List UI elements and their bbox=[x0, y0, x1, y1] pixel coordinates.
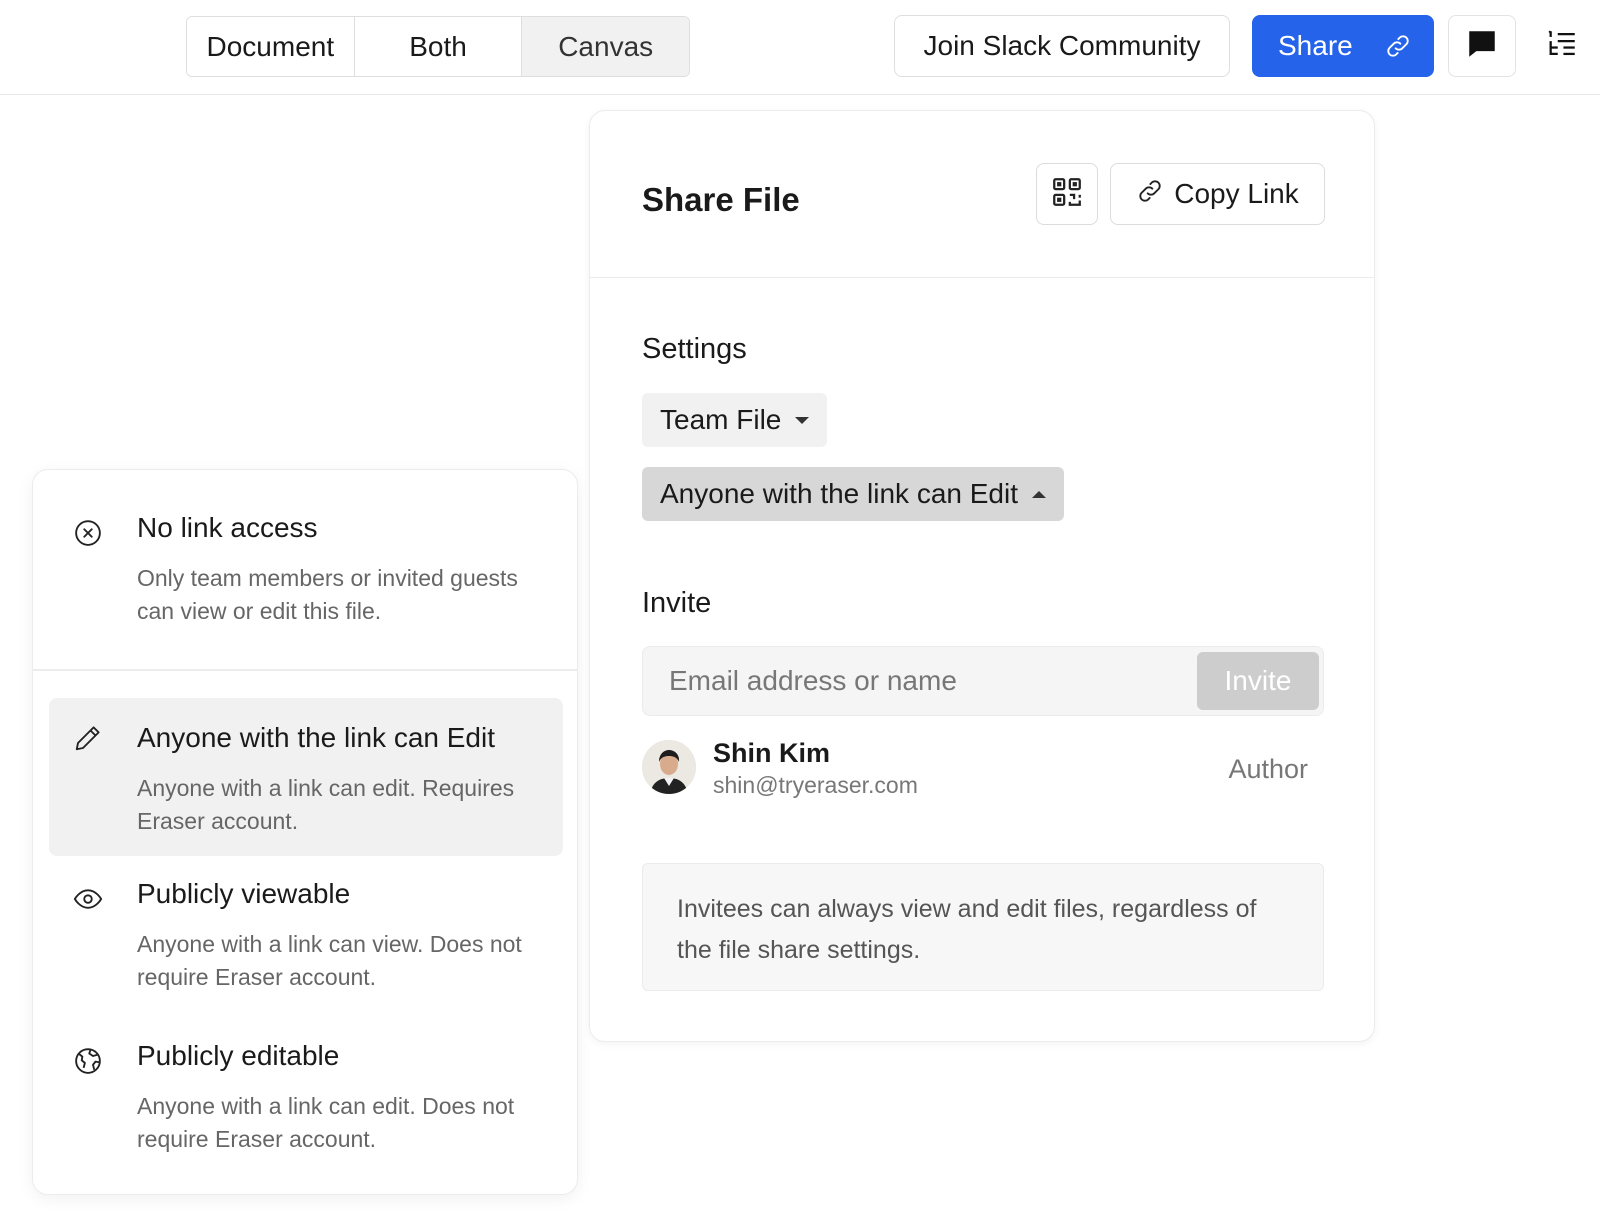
view-both-tab[interactable]: Both bbox=[354, 17, 523, 76]
pencil-icon bbox=[73, 723, 103, 758]
option-anyone-can-edit[interactable]: Anyone with the link can Edit Anyone wit… bbox=[49, 698, 563, 856]
option-description: Anyone with a link can edit. Requires Er… bbox=[137, 775, 515, 834]
member-name: Shin Kim bbox=[713, 738, 831, 768]
invite-info-note: Invitees can always view and edit files,… bbox=[642, 863, 1324, 991]
link-icon bbox=[1136, 177, 1164, 212]
copy-link-button[interactable]: Copy Link bbox=[1110, 163, 1325, 225]
share-panel-header: Share File Copy Link bbox=[590, 111, 1374, 278]
menu-divider bbox=[33, 669, 577, 671]
x-circle-icon bbox=[73, 518, 103, 553]
invite-form: Invite bbox=[642, 646, 1324, 716]
share-panel-title: Share File bbox=[642, 181, 800, 218]
avatar bbox=[642, 740, 696, 794]
option-title: Publicly editable bbox=[137, 1040, 340, 1071]
comments-button[interactable] bbox=[1448, 15, 1516, 77]
comment-icon bbox=[1465, 27, 1499, 66]
link-access-dropdown[interactable]: Anyone with the link can Edit bbox=[642, 467, 1064, 521]
qr-code-icon bbox=[1050, 175, 1084, 214]
invite-email-input[interactable] bbox=[643, 647, 1193, 715]
option-description: Only team members or invited guests can … bbox=[137, 565, 518, 624]
link-access-menu: No link access Only team members or invi… bbox=[32, 469, 578, 1195]
invite-button[interactable]: Invite bbox=[1197, 652, 1319, 710]
option-description: Anyone with a link can edit. Does not re… bbox=[137, 1093, 515, 1152]
option-no-link-access[interactable]: No link access Only team members or invi… bbox=[49, 486, 563, 656]
top-toolbar: Document Both Canvas Join Slack Communit… bbox=[0, 0, 1600, 95]
team-file-dropdown[interactable]: Team File bbox=[642, 393, 828, 447]
option-title: No link access bbox=[137, 512, 318, 543]
chevron-down-icon bbox=[795, 416, 810, 424]
view-canvas-tab[interactable]: Canvas bbox=[522, 17, 689, 76]
globe-icon bbox=[73, 1046, 103, 1081]
view-document-tab[interactable]: Document bbox=[187, 17, 355, 76]
member-role: Author bbox=[1228, 754, 1308, 784]
link-icon bbox=[1384, 32, 1412, 67]
option-title: Publicly viewable bbox=[137, 878, 351, 909]
option-publicly-viewable[interactable]: Publicly viewable Anyone with a link can… bbox=[49, 868, 563, 1018]
copy-link-label: Copy Link bbox=[1174, 178, 1299, 209]
qr-code-button[interactable] bbox=[1036, 163, 1098, 225]
link-access-label: Anyone with the link can Edit bbox=[660, 478, 1018, 509]
outline-button[interactable] bbox=[1542, 24, 1582, 68]
option-publicly-editable[interactable]: Publicly editable Anyone with a link can… bbox=[49, 1030, 563, 1180]
join-slack-button[interactable]: Join Slack Community bbox=[894, 15, 1230, 77]
member-row: Shin Kim shin@tryeraser.com Author bbox=[642, 738, 1324, 798]
view-mode-toggle: Document Both Canvas bbox=[186, 16, 690, 77]
share-button-label: Share bbox=[1278, 30, 1353, 61]
share-button[interactable]: Share bbox=[1252, 15, 1434, 77]
chevron-up-icon bbox=[1031, 490, 1046, 498]
option-title: Anyone with the link can Edit bbox=[137, 722, 495, 753]
share-file-panel: Share File Copy Link Settings Team File … bbox=[589, 110, 1375, 1042]
member-email: shin@tryeraser.com bbox=[713, 772, 918, 798]
outline-icon bbox=[1545, 27, 1579, 66]
settings-heading: Settings bbox=[642, 333, 747, 365]
invite-heading: Invite bbox=[642, 587, 712, 619]
eye-icon bbox=[73, 884, 103, 919]
team-file-label: Team File bbox=[660, 404, 782, 435]
option-description: Anyone with a link can view. Does not re… bbox=[137, 931, 522, 990]
